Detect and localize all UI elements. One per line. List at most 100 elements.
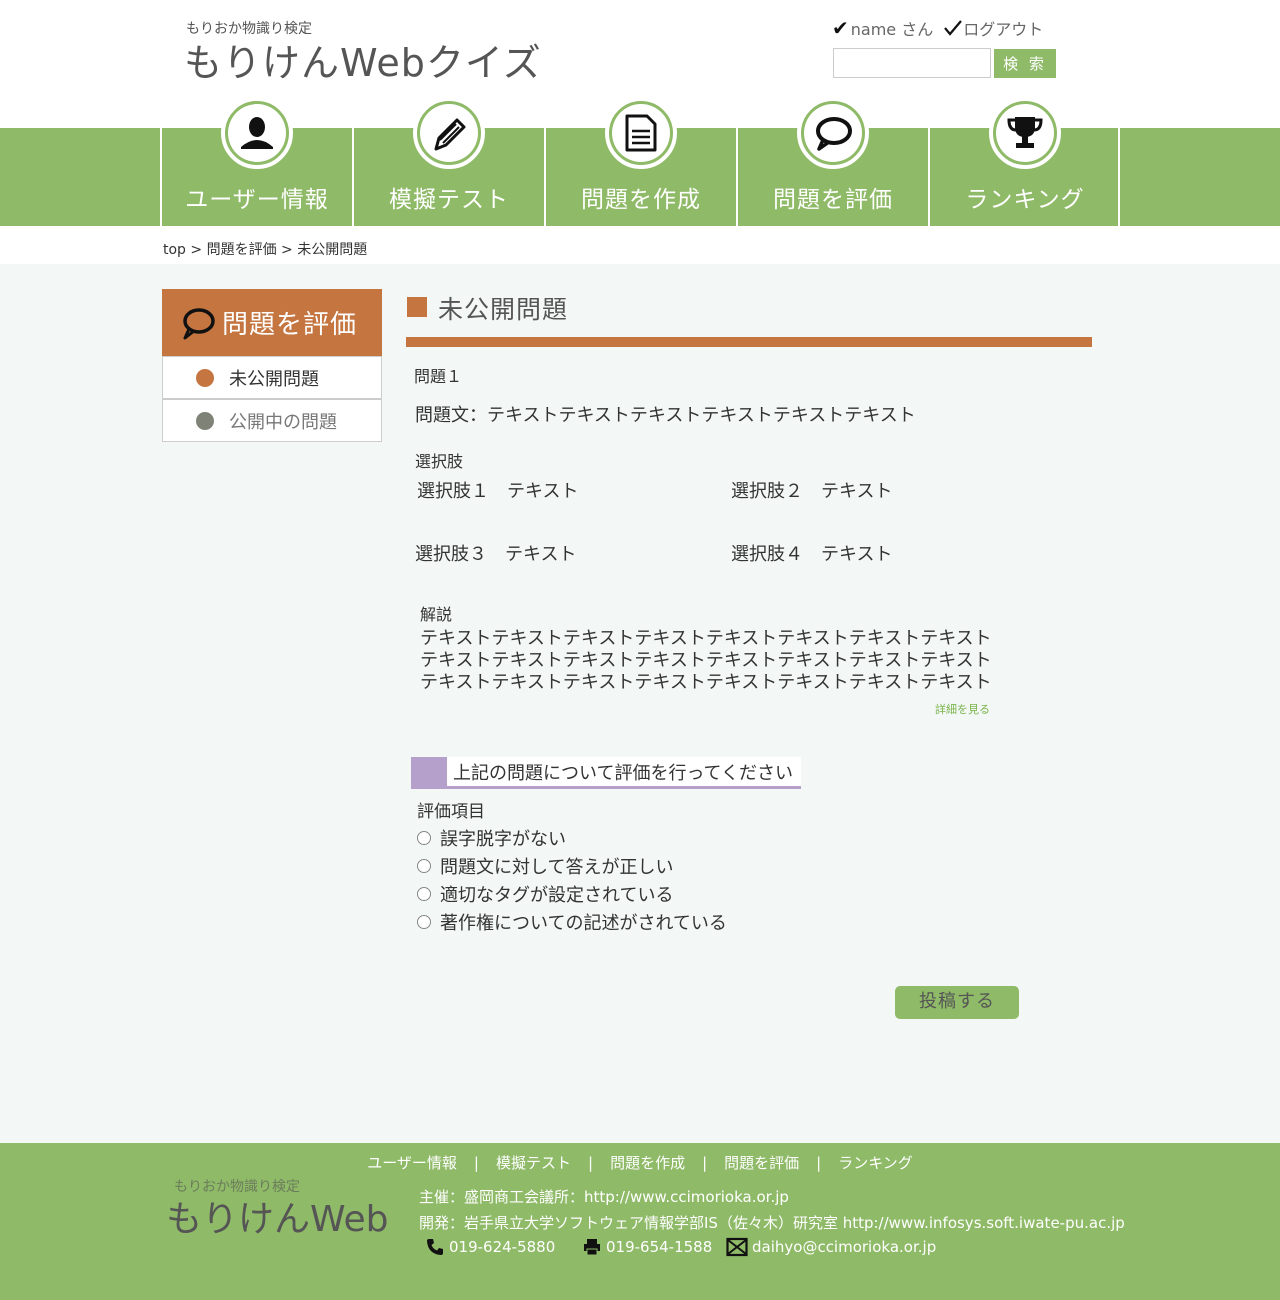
email-address: daihyo@ccimorioka.or.jp — [752, 1238, 937, 1256]
eval-items-label: 評価項目 — [417, 802, 485, 822]
choice-2-text: テキスト — [821, 481, 893, 502]
eval-option-label: 誤字脱字がない — [440, 829, 566, 850]
user-name[interactable]: name さん — [851, 16, 933, 40]
choice-4-text: テキスト — [821, 544, 893, 565]
nav-icon-circle — [413, 97, 485, 169]
choice-1-text: テキスト — [507, 481, 579, 502]
check-outline-icon — [944, 20, 963, 36]
search-input[interactable] — [833, 48, 991, 78]
breadcrumb: top > 問題を評価 > 未公開問題 — [0, 226, 1280, 264]
pencil-icon — [420, 104, 478, 162]
footer-link-mock-test[interactable]: 模擬テスト — [496, 1154, 571, 1172]
document-icon — [612, 104, 670, 162]
footer-logo: もりけんWeb — [166, 1199, 389, 1240]
speech-bubble-icon — [183, 307, 215, 339]
eval-option-correct-answer[interactable]: 問題文に対して答えが正しい — [417, 853, 673, 879]
trophy-icon — [996, 104, 1054, 162]
phone-number: 019-624-5880 — [449, 1238, 556, 1256]
nav-icon-circle — [221, 97, 293, 169]
radio-button[interactable] — [417, 887, 431, 901]
footer-separator: | — [473, 1154, 479, 1172]
submit-button[interactable]: 投稿する — [895, 986, 1019, 1019]
site-logo[interactable]: もりけんWebクイズ — [184, 32, 542, 87]
sidebar-title: 問題を評価 — [222, 310, 358, 340]
nav-item-mock-test[interactable]: 模擬テスト — [352, 97, 544, 226]
eval-option-label: 適切なタグが設定されている — [440, 885, 674, 906]
choice-3-text: テキスト — [505, 544, 577, 565]
fax-number: 019-654-1588 — [606, 1238, 713, 1256]
explanation-line: テキストテキストテキストテキストテキストテキストテキストテキスト — [420, 672, 992, 693]
choice-2-label: 選択肢２ — [731, 481, 803, 502]
search-button[interactable]: 検 索 — [994, 49, 1056, 78]
explanation-label: 解説 — [420, 605, 453, 624]
sidebar-item-published[interactable]: 公開中の問題 — [162, 399, 382, 442]
explanation-text: テキストテキストテキストテキストテキストテキストテキストテキスト テキストテキス… — [420, 628, 992, 694]
nav-item-user-info[interactable]: ユーザー情報 — [160, 97, 352, 226]
radio-button[interactable] — [417, 831, 431, 845]
footer-link-user-info[interactable]: ユーザー情報 — [367, 1154, 457, 1172]
title-divider — [406, 337, 1092, 347]
evaluation-heading: 上記の問題について評価を行ってください — [411, 757, 801, 789]
user-icon — [228, 104, 286, 162]
phone-icon — [427, 1239, 443, 1255]
eval-option-label: 問題文に対して答えが正しい — [440, 857, 674, 878]
nav-item-create-question[interactable]: 問題を作成 — [544, 97, 736, 226]
heading-square-icon — [411, 757, 447, 786]
nav-item-ranking[interactable]: ランキング — [928, 97, 1120, 226]
question-text: 問題文：テキストテキストテキストテキストテキストテキスト — [415, 405, 916, 426]
sidebar-item-label: 未公開問題 — [229, 368, 319, 390]
radio-button[interactable] — [417, 915, 431, 929]
nav-label: 模擬テスト — [389, 187, 509, 213]
footer-link-evaluate[interactable]: 問題を評価 — [724, 1154, 799, 1172]
radio-button[interactable] — [417, 859, 431, 873]
eval-option-tags[interactable]: 適切なタグが設定されている — [417, 881, 673, 907]
choice-3-label: 選択肢３ — [415, 544, 487, 565]
main-nav: ユーザー情報 模擬テスト 問題を作成 問題を評価 ランキング — [0, 97, 1280, 226]
bullet-dot-icon — [196, 411, 214, 430]
footer-link-create[interactable]: 問題を作成 — [610, 1154, 685, 1172]
choice-4-label: 選択肢４ — [731, 544, 803, 565]
logout-link[interactable]: ログアウト — [943, 16, 1043, 40]
mail-icon — [726, 1237, 748, 1257]
eval-option-copyright[interactable]: 著作権についての記述がされている — [417, 909, 727, 935]
nav-icon-circle — [797, 97, 869, 169]
check-icon: ✔ — [832, 16, 849, 40]
footer-separator: | — [702, 1154, 708, 1172]
sidebar-item-label: 公開中の問題 — [229, 411, 337, 433]
footer-separator: | — [588, 1154, 594, 1172]
question-number: 問題１ — [414, 367, 463, 386]
footer-separator: | — [816, 1154, 822, 1172]
nav-icon-circle — [989, 97, 1061, 169]
eval-option-typos[interactable]: 誤字脱字がない — [417, 825, 566, 851]
nav-icon-circle — [605, 97, 677, 169]
footer-email[interactable]: daihyo@ccimorioka.or.jp — [726, 1237, 936, 1257]
user-area: ✔ name さん ログアウト — [832, 16, 1043, 40]
see-details-link[interactable]: 詳細を見る — [935, 701, 990, 717]
sidebar-heading: 問題を評価 — [162, 289, 382, 356]
footer-fax: 019-654-1588 — [582, 1237, 712, 1257]
footer-developer: 開発：岩手県立大学ソフトウェア情報学部IS（佐々木）研究室 http://www… — [419, 1214, 1125, 1232]
nav-item-evaluate-question[interactable]: 問題を評価 — [736, 97, 928, 226]
page-title: 未公開問題 — [438, 295, 569, 324]
nav-label: ユーザー情報 — [185, 187, 329, 213]
nav-label: 問題を作成 — [581, 187, 701, 213]
eval-option-label: 著作権についての記述がされている — [440, 913, 727, 934]
footer-sponsor: 主催：盛岡商工会議所：http://www.ccimorioka.or.jp — [419, 1188, 789, 1206]
nav-label: 問題を評価 — [773, 187, 893, 213]
bullet-dot-icon — [196, 368, 214, 387]
explanation-line: テキストテキストテキストテキストテキストテキストテキストテキスト — [420, 650, 992, 671]
choice-1-label: 選択肢１ — [417, 481, 489, 502]
evaluation-heading-text: 上記の問題について評価を行ってください — [453, 763, 794, 784]
footer-phone: 019-624-5880 — [425, 1237, 555, 1257]
explanation-line: テキストテキストテキストテキストテキストテキストテキストテキスト — [420, 628, 992, 649]
footer: ユーザー情報 | 模擬テスト | 問題を作成 | 問題を評価 | ランキング もりおか物識り検定… — [0, 1143, 1280, 1300]
title-square-icon — [407, 297, 427, 317]
choices-label: 選択肢 — [415, 452, 464, 471]
speech-bubble-icon — [804, 104, 862, 162]
sidebar-item-unpublished[interactable]: 未公開問題 — [162, 356, 382, 399]
breadcrumb-text[interactable]: top > 問題を評価 > 未公開問題 — [163, 239, 367, 259]
nav-label: ランキング — [965, 187, 1085, 213]
footer-link-ranking[interactable]: ランキング — [838, 1154, 913, 1172]
printer-icon — [584, 1239, 600, 1256]
logout-label: ログアウト — [963, 20, 1044, 39]
